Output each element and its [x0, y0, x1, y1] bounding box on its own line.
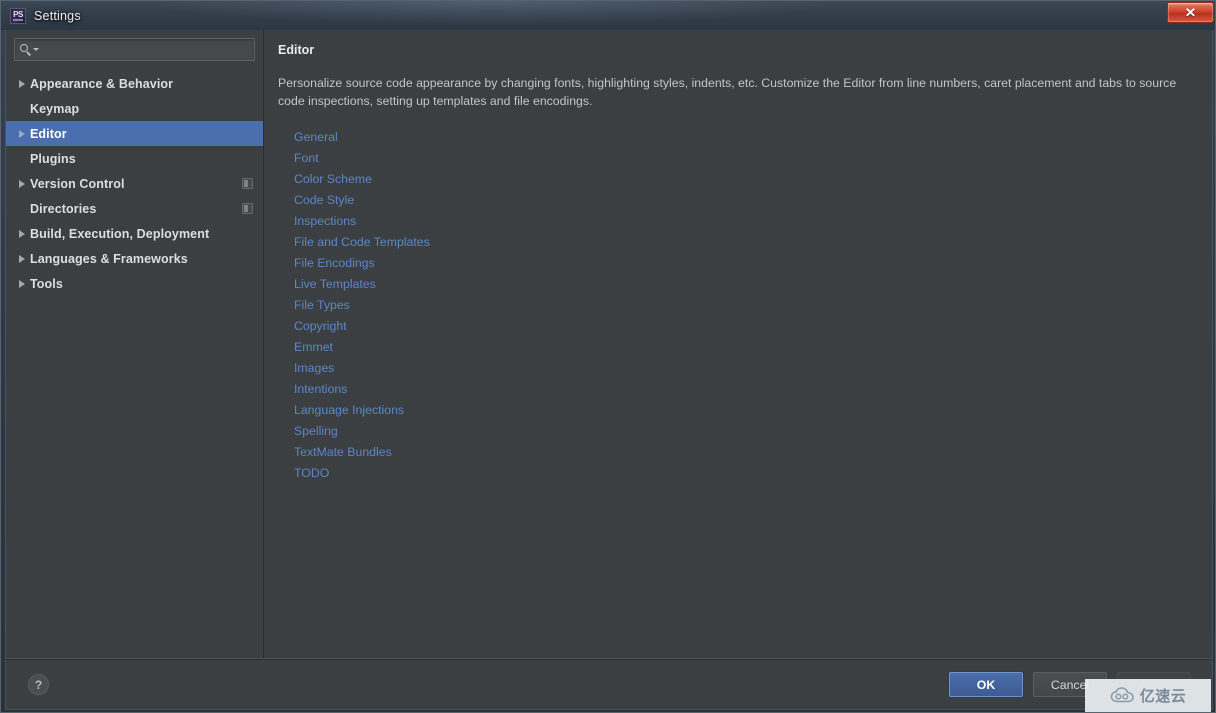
- sidebar-item-tools[interactable]: Tools: [6, 271, 263, 296]
- project-scope-icon: [242, 203, 253, 214]
- close-icon: ✕: [1184, 5, 1197, 20]
- link-images[interactable]: Images: [294, 358, 334, 379]
- link-inspections[interactable]: Inspections: [294, 211, 356, 232]
- project-scope-icon: [242, 178, 253, 189]
- help-button[interactable]: ?: [28, 674, 49, 695]
- expand-arrow-icon[interactable]: [14, 230, 30, 238]
- link-font[interactable]: Font: [294, 148, 319, 169]
- link-color-scheme[interactable]: Color Scheme: [294, 169, 372, 190]
- expand-arrow-icon[interactable]: [14, 280, 30, 288]
- link-code-style[interactable]: Code Style: [294, 190, 354, 211]
- settings-dialog-window: Settings ✕ Appearance & Behavior Keymap Ed…: [0, 0, 1216, 713]
- titlebar-left: Settings: [1, 7, 81, 24]
- settings-sidebar: Appearance & Behavior Keymap Editor Plugins…: [6, 30, 264, 658]
- settings-main-panel: Editor Personalize source code appearanc…: [264, 30, 1212, 658]
- link-emmet[interactable]: Emmet: [294, 337, 333, 358]
- sidebar-item-version-control[interactable]: Version Control: [6, 171, 263, 196]
- sidebar-item-appearance-behavior[interactable]: Appearance & Behavior: [6, 71, 263, 96]
- sidebar-item-label: Build, Execution, Deployment: [30, 226, 210, 241]
- search-area: [6, 30, 263, 61]
- link-file-encodings[interactable]: File Encodings: [294, 253, 375, 274]
- search-icon: [20, 44, 31, 56]
- page-description: Personalize source code appearance by ch…: [278, 76, 1177, 108]
- dialog-body: Appearance & Behavior Keymap Editor Plugins…: [5, 30, 1213, 659]
- sidebar-item-label: Tools: [30, 276, 63, 291]
- expand-arrow-icon[interactable]: [14, 180, 30, 188]
- sidebar-item-label: Languages & Frameworks: [30, 251, 188, 266]
- expand-arrow-icon[interactable]: [14, 80, 30, 88]
- sidebar-item-label: Editor: [30, 126, 67, 141]
- sidebar-item-label: Keymap: [30, 101, 80, 116]
- sidebar-item-languages-frameworks[interactable]: Languages & Frameworks: [6, 246, 263, 271]
- cancel-button[interactable]: Cancel: [1033, 672, 1107, 697]
- window-titlebar[interactable]: Settings ✕: [1, 1, 1215, 30]
- ok-button[interactable]: OK: [949, 672, 1023, 697]
- dialog-actions: OK Cancel Apply: [949, 672, 1212, 697]
- expand-arrow-icon[interactable]: [14, 255, 30, 263]
- link-intentions[interactable]: Intentions: [294, 379, 347, 400]
- window-title: Settings: [34, 8, 81, 23]
- sidebar-item-plugins[interactable]: Plugins: [6, 146, 263, 171]
- sidebar-item-keymap[interactable]: Keymap: [6, 96, 263, 121]
- sidebar-item-directories[interactable]: Directories: [6, 196, 263, 221]
- link-spelling[interactable]: Spelling: [294, 421, 338, 442]
- sidebar-item-label: Directories: [30, 201, 97, 216]
- settings-tree: Appearance & Behavior Keymap Editor Plugins…: [6, 71, 263, 296]
- sidebar-item-label: Plugins: [30, 151, 76, 166]
- sidebar-item-editor[interactable]: Editor: [6, 121, 263, 146]
- search-input[interactable]: [43, 41, 249, 58]
- link-file-and-code-templates[interactable]: File and Code Templates: [294, 232, 430, 253]
- link-file-types[interactable]: File Types: [294, 295, 350, 316]
- search-box[interactable]: [14, 38, 255, 61]
- sidebar-item-build-execution-deployment[interactable]: Build, Execution, Deployment: [6, 221, 263, 246]
- link-copyright[interactable]: Copyright: [294, 316, 347, 337]
- link-general[interactable]: General: [294, 127, 338, 148]
- dialog-button-bar: ? OK Cancel Apply: [5, 659, 1213, 710]
- chevron-down-icon[interactable]: [33, 48, 39, 51]
- expand-arrow-icon[interactable]: [14, 130, 30, 138]
- link-todo[interactable]: TODO: [294, 463, 329, 484]
- link-textmate-bundles[interactable]: TextMate Bundles: [294, 442, 392, 463]
- page-title: Editor: [278, 43, 315, 57]
- link-live-templates[interactable]: Live Templates: [294, 274, 376, 295]
- editor-subpage-links: General Font Color Scheme Code Style Inspect…: [294, 127, 1196, 484]
- apply-button: Apply: [1117, 672, 1191, 697]
- titlebar-glow: [141, 1, 841, 25]
- phpstorm-ps-icon: [10, 7, 26, 24]
- link-language-injections[interactable]: Language Injections: [294, 400, 404, 421]
- sidebar-item-label: Appearance & Behavior: [30, 76, 174, 91]
- sidebar-item-label: Version Control: [30, 176, 125, 191]
- close-button[interactable]: ✕: [1167, 2, 1214, 23]
